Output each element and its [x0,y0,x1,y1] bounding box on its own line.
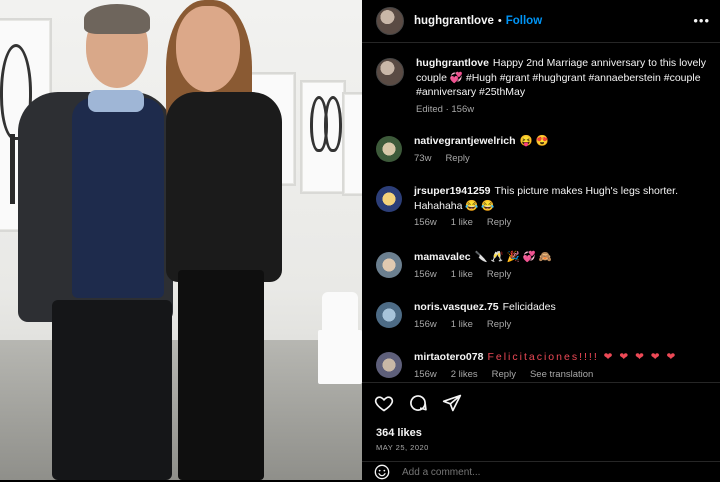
more-icon[interactable]: ••• [693,13,710,28]
reply-button[interactable]: Reply [487,319,511,330]
heart-icon[interactable] [374,393,394,413]
comment-item: mirtaotero078 Felicitaciones!!!! ❤ ❤ ❤ ❤ … [376,350,706,380]
commenter-avatar[interactable] [376,252,402,278]
comment-likes[interactable]: 2 likes [451,369,478,380]
reply-button[interactable]: Reply [487,217,511,228]
comment-likes[interactable]: 1 like [451,217,473,228]
commenter-avatar[interactable] [376,302,402,328]
post-header: hughgrantlove • Follow ••• [362,0,720,43]
reply-button[interactable]: Reply [487,269,511,280]
post-side-panel: hughgrantlove • Follow ••• hughgrantlove… [362,0,720,480]
comment-time: 156w [414,268,437,280]
comment-item: mamavalec 🔪 🥂 🎉 💞 🙈 156w 1 like Reply [376,250,706,280]
author-username[interactable]: hughgrantlove [414,15,494,27]
caption-entry: hughgrantlove Happy 2nd Marriage annivers… [376,56,706,115]
caption-meta: Edited · 156w [416,103,475,115]
comment-time: 73w [414,152,432,164]
separator-dot: • [497,15,502,27]
author-avatar[interactable] [376,7,404,35]
caption-text: hughgrantlove Happy 2nd Marriage annivers… [416,56,706,100]
instagram-post: hughgrantlove • Follow ••• hughgrantlove… [0,0,720,480]
comment-text: Felicitaciones!!!! ❤ ❤ ❤ ❤ ❤ [487,351,678,363]
add-comment-input[interactable] [400,465,664,479]
comment-text: 🔪 🥂 🎉 💞 🙈 [474,251,552,263]
caption-username[interactable]: hughgrantlove [416,57,489,69]
comment-time: 156w [414,217,437,228]
comment-username[interactable]: mirtaotero078 [414,351,483,363]
wall-display-case [342,92,362,196]
see-translation-link[interactable]: See translation [530,369,593,380]
comment-likes[interactable]: 1 like [451,269,473,280]
racket-handle [10,134,15,204]
comment-text: Felicidades [502,301,556,313]
author-avatar[interactable] [376,58,404,86]
comment-icon[interactable] [408,393,428,413]
post-photo[interactable] [0,0,362,480]
comments-list[interactable]: hughgrantlove Happy 2nd Marriage annivers… [362,42,720,382]
follow-button[interactable]: Follow [506,15,542,27]
comment-username[interactable]: mamavalec [414,251,471,263]
comment-time: 156w [414,368,437,380]
commenter-avatar[interactable] [376,186,402,212]
comment-time: 156w [414,318,437,330]
smile-icon[interactable] [374,464,390,480]
reply-button[interactable]: Reply [445,153,469,164]
commenter-avatar[interactable] [376,352,402,378]
post-actions: 364 likes MAY 25, 2020 [362,382,720,481]
comment-item: noris.vasquez.75 Felicidades 156w 1 like Re… [376,300,706,330]
comment-item: jrsuper1941259 This picture makes Hugh's … [376,184,706,228]
comment-username[interactable]: jrsuper1941259 [414,185,490,197]
comment-likes[interactable]: 1 like [451,319,473,330]
comment-text: 😝 😍 [519,135,549,147]
share-icon[interactable] [442,393,462,413]
commenter-avatar[interactable] [376,136,402,162]
post-date: MAY 25, 2020 [376,443,429,452]
comment-username[interactable]: nativegrantjewelrich [414,135,516,147]
likes-count[interactable]: 364 likes [376,427,422,439]
comment-username[interactable]: noris.vasquez.75 [414,301,499,313]
comment-item: nativegrantjewelrich 😝 😍 73w Reply [376,134,706,164]
reply-button[interactable]: Reply [492,369,516,380]
add-comment-bar [362,461,720,482]
racket-image [324,96,342,152]
table [318,330,362,384]
